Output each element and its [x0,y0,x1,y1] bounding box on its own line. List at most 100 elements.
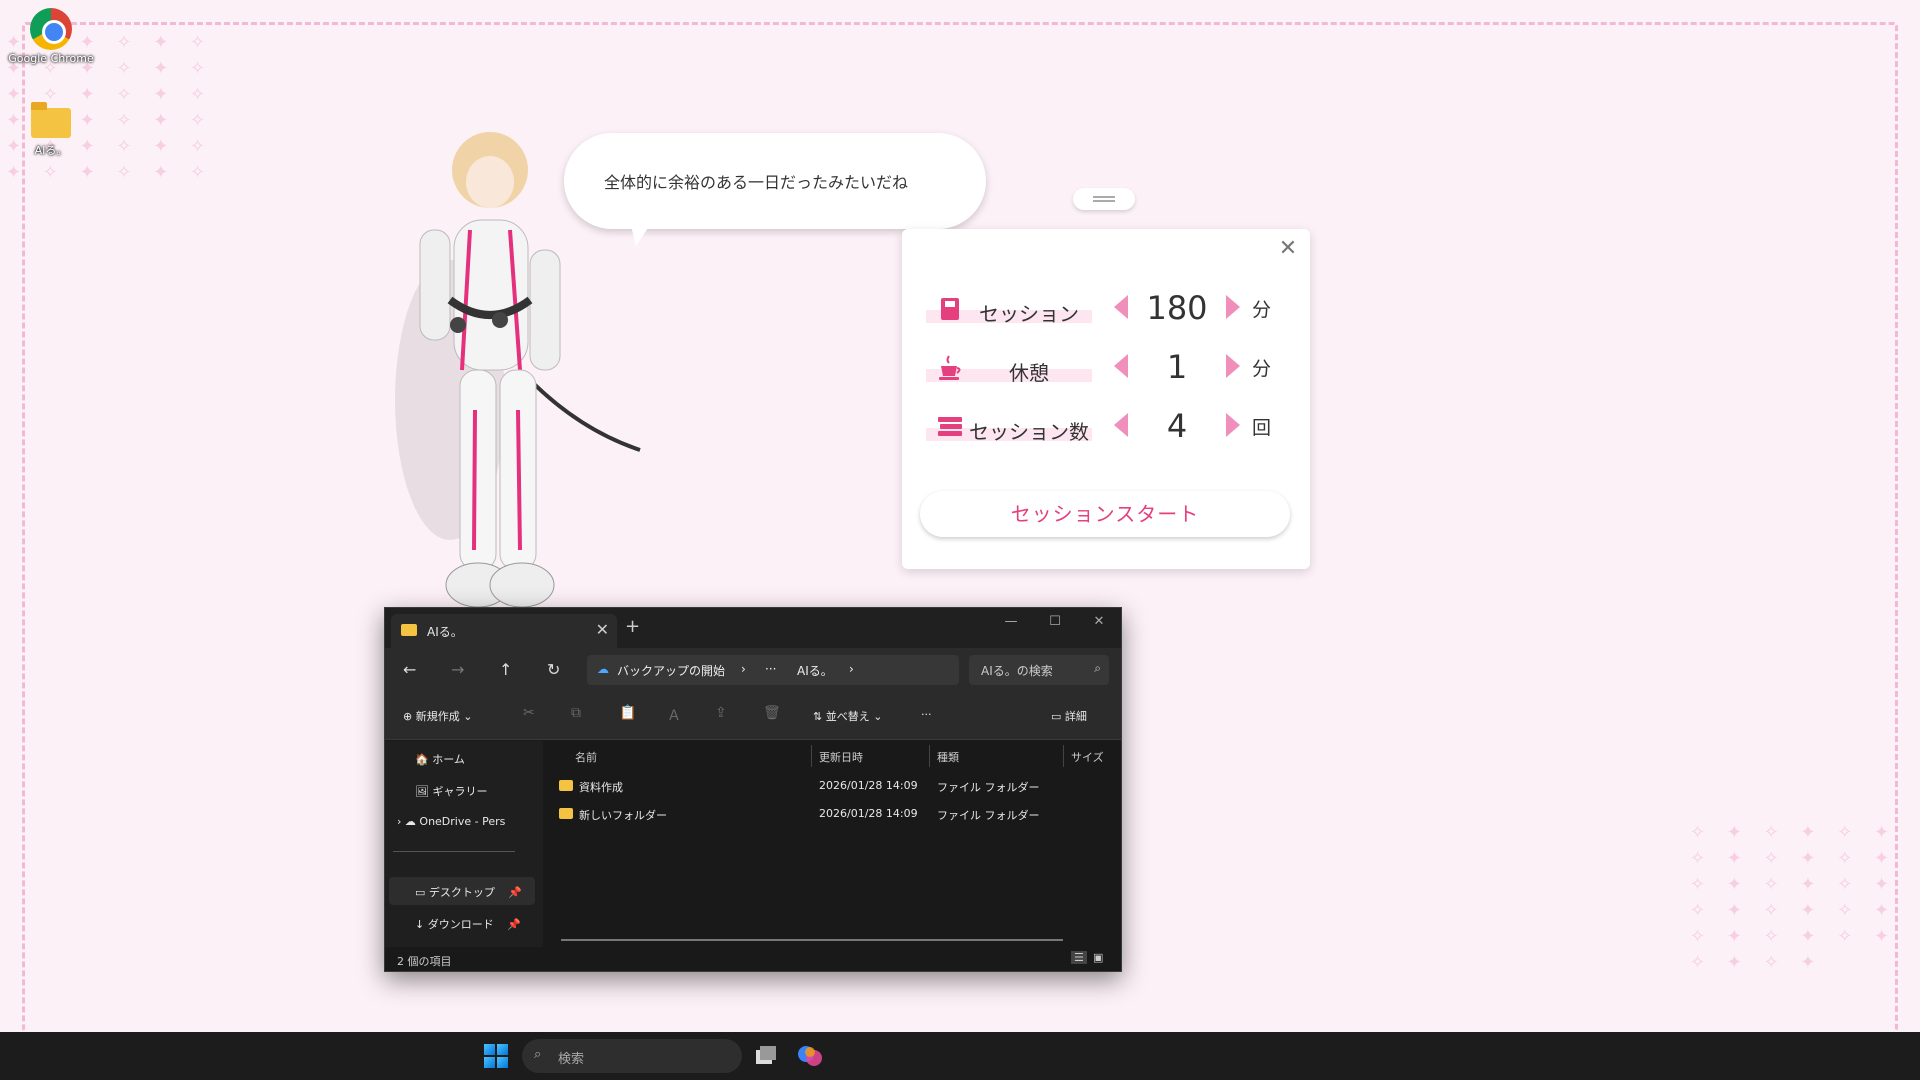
delete-icon[interactable]: 🗑 [763,705,781,721]
session-timer-panel: ✕ セッション 180 分 休憩 1 分 [902,229,1310,569]
breadcrumb-more[interactable]: ··· [765,662,776,676]
column-header-date[interactable]: 更新日時 [819,749,863,765]
file-date: 2026/01/28 14:09 [819,779,918,792]
new-tab-icon[interactable]: + [625,616,640,637]
session-value: 180 [1132,289,1222,327]
explorer-status-bar: 2 個の項目 ☰ ▣ [385,947,1121,972]
explorer-titlebar: AIる。 ✕ + — ☐ ✕ [385,608,1121,648]
explorer-tab[interactable]: AIる。 ✕ [391,614,617,648]
paste-icon[interactable]: 📋 [619,705,636,721]
nav-item-gallery[interactable]: 🖼 ギャラリー [415,783,487,799]
explorer-search-input[interactable]: AIる。の検索 ⌕ [969,655,1109,685]
session-count-row: セッション数 4 回 [926,405,1286,445]
rename-icon[interactable]: Ａ [667,705,681,725]
search-placeholder: AIる。の検索 [981,662,1053,679]
tab-title: AIる。 [427,623,463,640]
file-name: 資料作成 [579,779,623,795]
break-length-row: 休憩 1 分 [926,346,1286,386]
navigation-pane: 🏠 ホーム 🖼 ギャラリー › ☁ OneDrive - Pers ▭ デスクト… [385,741,543,947]
nav-item-onedrive[interactable]: › ☁ OneDrive - Pers [397,815,505,828]
file-type: ファイル フォルダー [937,807,1040,823]
file-list: 名前 更新日時 種類 サイズ 資料作成 2026/01/28 14:09 ファイ… [543,741,1122,947]
book-stack-icon [936,413,964,441]
break-label-box: 休憩 [926,350,1092,382]
nav-divider [393,851,515,852]
column-header-type[interactable]: 種類 [937,749,959,765]
session-increase-button[interactable] [1226,295,1240,319]
tile-view-icon[interactable]: ▣ [1093,951,1103,964]
nav-item-desktop[interactable]: ▭ デスクトップ 📌 [415,884,522,900]
back-arrow-icon[interactable]: ← [403,660,416,679]
speech-bubble-text: 全体的に余裕のある一日だったみたいだね [604,169,908,193]
column-header-name[interactable]: 名前 [575,749,597,765]
details-pane-button[interactable]: ▭ 詳細 [1051,708,1087,724]
copilot-icon[interactable] [796,1042,824,1070]
panel-drag-handle[interactable] [1073,188,1135,210]
close-icon[interactable]: ✕ [1276,237,1300,261]
session-count-decrease-button[interactable] [1114,413,1128,437]
breadcrumb-segment[interactable]: AIる。 [797,662,833,679]
nav-item-downloads[interactable]: ↓ ダウンロード 📌 [415,916,521,932]
session-start-button[interactable]: セッションスタート [920,491,1290,537]
explorer-command-bar: ⊕ 新規作成 ⌄ ✂ ⧉ 📋 Ａ ⇪ 🗑 ⇅ 並べ替え ⌄ ··· ▭ 詳細 [385,692,1121,740]
cut-icon[interactable]: ✂ [523,705,535,721]
desktop-icon-label: AIる。 [6,142,96,158]
file-explorer-taskbar-icon[interactable] [752,1042,780,1070]
file-type: ファイル フォルダー [937,779,1040,795]
chevron-right-icon: › [849,662,854,676]
refresh-icon[interactable]: ↻ [547,660,560,679]
session-count-label: セッション数 [966,416,1092,445]
explorer-navbar: ← → ↑ ↻ ☁ バックアップの開始 › ··· AIる。 › AIる。の検索… [385,648,1121,692]
session-label: セッション [966,298,1092,327]
window-close-icon[interactable]: ✕ [1081,614,1117,629]
file-row[interactable]: 資料作成 2026/01/28 14:09 ファイル フォルダー [543,775,1122,797]
share-icon[interactable]: ⇪ [715,705,727,721]
session-count-increase-button[interactable] [1226,413,1240,437]
coffee-cup-icon [936,354,964,382]
break-unit: 分 [1252,354,1271,381]
folder-icon [401,624,417,636]
search-icon: ⌕ [534,1047,541,1062]
folder-icon [559,808,573,819]
taskbar: ⌕ 検索 [0,1032,1920,1080]
break-label: 休憩 [966,357,1092,386]
address-bar[interactable]: ☁ バックアップの開始 › ··· AIる。 › [587,655,959,685]
maximize-icon[interactable]: ☐ [1037,614,1073,629]
new-button[interactable]: ⊕ 新規作成 ⌄ [403,708,472,724]
file-row[interactable]: 新しいフォルダー 2026/01/28 14:09 ファイル フォルダー [543,803,1122,825]
minimize-icon[interactable]: — [993,614,1029,629]
pin-icon: 📌 [508,886,522,899]
break-decrease-button[interactable] [1114,354,1128,378]
session-count-unit: 回 [1252,413,1271,440]
session-unit: 分 [1252,295,1271,322]
session-label-box: セッション [926,291,1092,323]
taskbar-search-input[interactable]: ⌕ 検索 [522,1039,742,1073]
item-count: 2 個の項目 [397,953,452,969]
sort-button[interactable]: ⇅ 並べ替え ⌄ [813,708,882,724]
copy-icon[interactable]: ⧉ [571,705,581,721]
file-date: 2026/01/28 14:09 [819,807,918,820]
windows-start-icon[interactable] [484,1044,508,1068]
chrome-icon [30,8,72,50]
folder-icon [31,108,71,138]
break-value: 1 [1132,348,1222,386]
tab-close-icon[interactable]: ✕ [596,620,609,639]
column-header-size[interactable]: サイズ [1071,749,1104,765]
desktop-icon-airu-folder[interactable]: AIる。 [6,100,96,158]
taskbar-search-placeholder: 検索 [558,1048,584,1067]
more-options-button[interactable]: ··· [921,708,932,721]
search-icon: ⌕ [1094,661,1101,676]
nav-item-home[interactable]: 🏠 ホーム [415,751,465,767]
list-view-icon[interactable]: ☰ [1071,951,1087,964]
session-count-value: 4 [1132,407,1222,445]
desktop-icon-chrome[interactable]: Google Chrome [6,2,96,65]
break-increase-button[interactable] [1226,354,1240,378]
session-count-label-box: セッション数 [926,409,1092,441]
chevron-right-icon: › [741,662,746,676]
speech-bubble: 全体的に余裕のある一日だったみたいだね [564,133,986,229]
up-arrow-icon[interactable]: ↑ [499,660,512,679]
forward-arrow-icon[interactable]: → [451,660,464,679]
session-decrease-button[interactable] [1114,295,1128,319]
horizontal-scrollbar[interactable] [561,939,1063,941]
breadcrumb-segment[interactable]: バックアップの開始 [617,662,725,679]
